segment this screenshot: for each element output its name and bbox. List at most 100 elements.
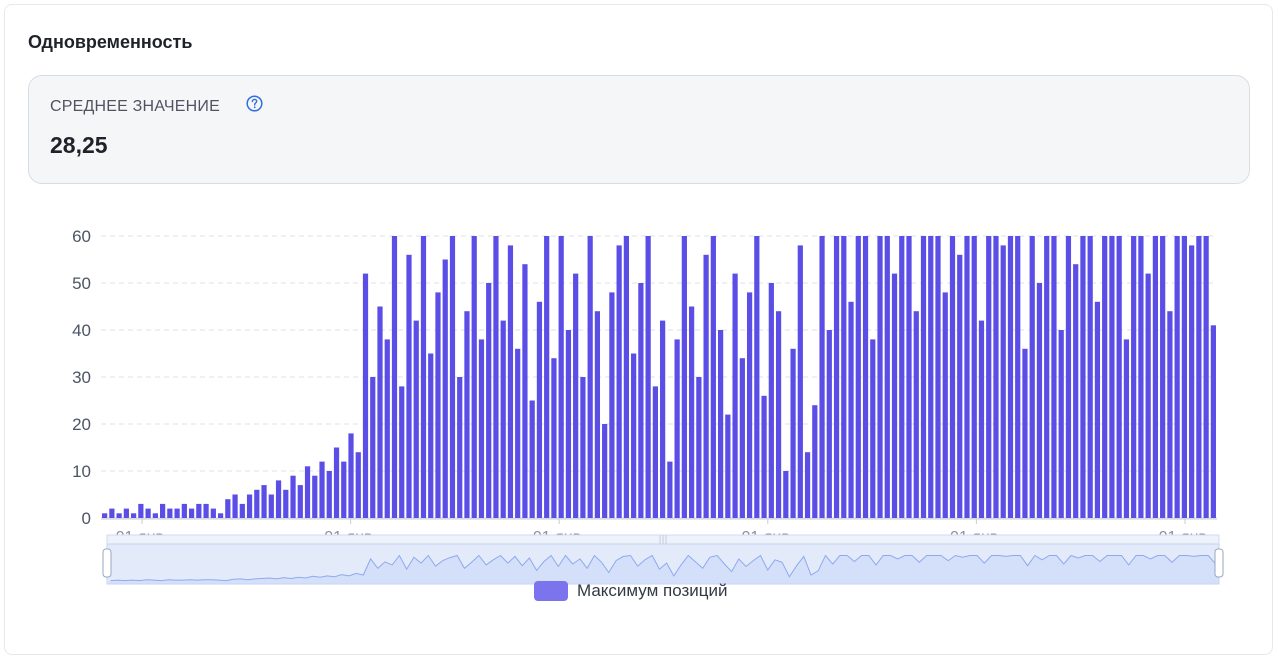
bar[interactable]	[551, 358, 557, 518]
bar[interactable]	[399, 386, 405, 518]
bar[interactable]	[304, 466, 311, 518]
bar[interactable]	[565, 330, 572, 518]
bar[interactable]	[268, 494, 274, 519]
bar[interactable]	[152, 513, 158, 518]
bar[interactable]	[109, 508, 115, 518]
bar[interactable]	[413, 320, 419, 518]
bar[interactable]	[420, 236, 427, 518]
bar[interactable]	[500, 320, 506, 518]
bar[interactable]	[261, 485, 267, 518]
bar[interactable]	[1145, 273, 1151, 518]
bar[interactable]	[348, 433, 354, 518]
bar[interactable]	[862, 236, 869, 518]
bar[interactable]	[609, 292, 615, 518]
bar[interactable]	[254, 489, 260, 518]
bar[interactable]	[167, 508, 173, 518]
bar[interactable]	[544, 236, 550, 518]
bar[interactable]	[341, 461, 347, 518]
bar[interactable]	[217, 513, 224, 518]
bar[interactable]	[333, 447, 340, 519]
bar[interactable]	[674, 339, 680, 518]
bar[interactable]	[891, 273, 898, 518]
bar[interactable]	[848, 301, 854, 518]
bar[interactable]	[638, 283, 644, 518]
bar[interactable]	[1000, 245, 1006, 518]
bar[interactable]	[1073, 264, 1079, 518]
legend-item[interactable]: Максимум позиций	[534, 581, 728, 601]
bar[interactable]	[326, 471, 332, 518]
bar[interactable]	[515, 348, 521, 518]
bar[interactable]	[1015, 236, 1021, 518]
bar[interactable]	[210, 508, 216, 518]
bar[interactable]	[435, 292, 441, 518]
bar[interactable]	[826, 330, 832, 518]
bar[interactable]	[870, 339, 876, 518]
bar[interactable]	[920, 236, 927, 518]
bar[interactable]	[246, 494, 253, 519]
bar[interactable]	[196, 503, 202, 518]
bar[interactable]	[819, 236, 825, 518]
bar[interactable]	[102, 513, 108, 518]
bar[interactable]	[957, 254, 963, 519]
bar[interactable]	[877, 236, 883, 518]
bar[interactable]	[971, 236, 977, 518]
bar[interactable]	[1044, 236, 1050, 518]
bar[interactable]	[123, 508, 129, 518]
bar[interactable]	[717, 330, 724, 518]
bar[interactable]	[1203, 236, 1209, 518]
bar[interactable]	[1174, 236, 1180, 518]
bar[interactable]	[775, 311, 782, 518]
bar[interactable]	[993, 236, 999, 518]
bar[interactable]	[1109, 236, 1115, 518]
bar[interactable]	[1181, 236, 1187, 518]
bar[interactable]	[522, 264, 528, 518]
bar[interactable]	[1138, 236, 1144, 518]
bar[interactable]	[377, 306, 383, 519]
bar[interactable]	[667, 461, 673, 518]
bar[interactable]	[203, 503, 209, 518]
bar[interactable]	[188, 508, 195, 518]
bar[interactable]	[1022, 348, 1028, 518]
bar[interactable]	[703, 254, 709, 519]
bar[interactable]	[812, 405, 818, 518]
bar[interactable]	[116, 513, 122, 518]
bar[interactable]	[884, 236, 890, 518]
bar[interactable]	[319, 461, 325, 518]
bar[interactable]	[558, 236, 564, 518]
bar[interactable]	[580, 377, 586, 518]
bar[interactable]	[457, 377, 463, 518]
bar[interactable]	[587, 236, 593, 518]
bar[interactable]	[660, 320, 666, 518]
bar[interactable]	[442, 259, 448, 519]
zoom-slider-right-handle[interactable]	[1214, 548, 1224, 578]
bar[interactable]	[652, 386, 658, 518]
bar[interactable]	[645, 236, 651, 518]
bar[interactable]	[964, 236, 970, 518]
bar[interactable]	[1094, 301, 1101, 518]
bar[interactable]	[370, 377, 376, 518]
bar[interactable]	[297, 485, 303, 518]
bar[interactable]	[507, 245, 514, 518]
bar[interactable]	[928, 236, 934, 518]
bar[interactable]	[797, 245, 803, 518]
bar[interactable]	[725, 414, 731, 518]
bar[interactable]	[978, 320, 985, 518]
bar[interactable]	[181, 503, 187, 518]
bar[interactable]	[493, 236, 499, 518]
bar[interactable]	[486, 283, 492, 518]
bar[interactable]	[232, 494, 238, 519]
bar[interactable]	[681, 236, 687, 518]
bar[interactable]	[602, 424, 608, 518]
bar[interactable]	[935, 236, 941, 518]
bar[interactable]	[790, 348, 796, 518]
bar[interactable]	[1029, 236, 1035, 518]
bar[interactable]	[1167, 311, 1173, 518]
bar[interactable]	[312, 475, 318, 518]
bar[interactable]	[239, 503, 245, 518]
bar[interactable]	[689, 306, 695, 519]
bar[interactable]	[899, 236, 905, 518]
bar[interactable]	[131, 513, 137, 518]
bar[interactable]	[1131, 236, 1137, 518]
bar[interactable]	[1058, 330, 1064, 518]
bar[interactable]	[478, 339, 485, 518]
